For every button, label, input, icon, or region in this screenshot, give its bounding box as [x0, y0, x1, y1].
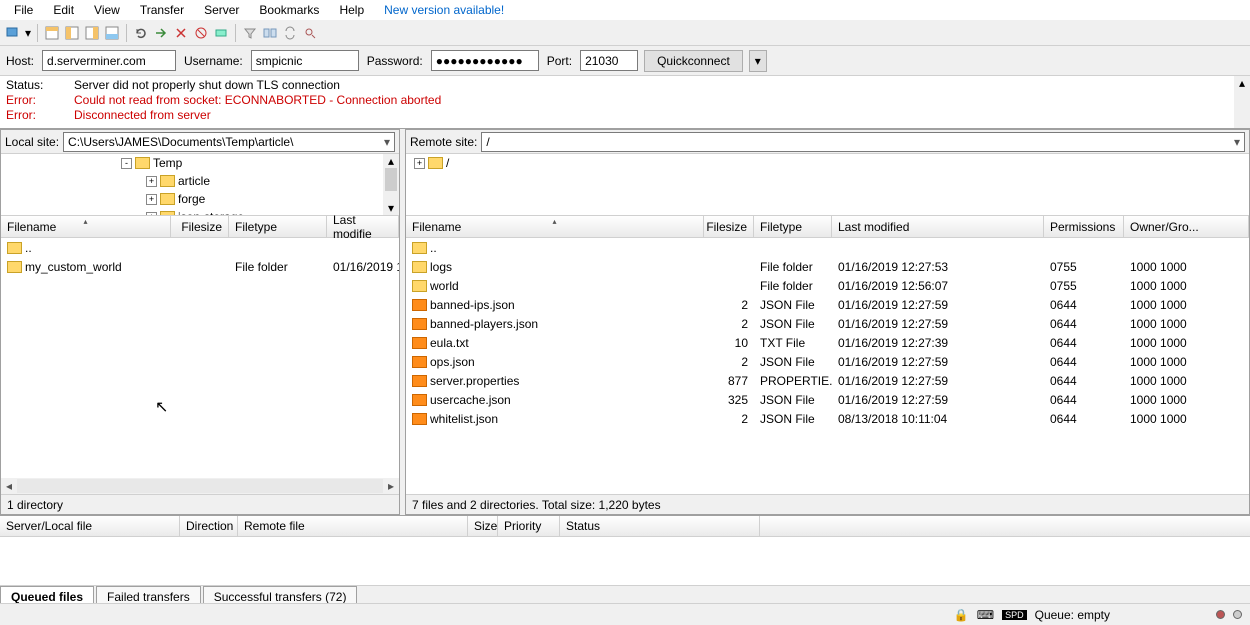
menu-help[interactable]: Help [329, 1, 374, 19]
remote-tree[interactable]: +/ [406, 154, 1249, 216]
status-bar: 🔒 ⌨ SPD Queue: empty [0, 603, 1250, 625]
tree-item[interactable]: -Temp [1, 154, 399, 172]
menu-transfer[interactable]: Transfer [130, 1, 194, 19]
toggle-queue-icon[interactable] [103, 24, 121, 42]
menu-view[interactable]: View [84, 1, 130, 19]
remote-site-label: Remote site: [410, 135, 477, 149]
toggle-log-icon[interactable] [43, 24, 61, 42]
password-label: Password: [365, 54, 425, 68]
local-tree[interactable]: ▴▾ -Temp+article+forge+json-storage [1, 154, 399, 216]
middle-area: Local site: C:\Users\JAMES\Documents\Tem… [0, 129, 1250, 515]
toggle-tree-local-icon[interactable] [63, 24, 81, 42]
local-hscroll[interactable]: ◂▸ [1, 478, 399, 494]
password-input[interactable] [431, 50, 539, 71]
local-tree-scrollbar[interactable]: ▴▾ [383, 154, 399, 215]
sync-icon[interactable] [281, 24, 299, 42]
list-item[interactable]: eula.txt10TXT File01/16/2019 12:27:39064… [406, 333, 1249, 352]
activity-indicator-2 [1233, 610, 1242, 619]
list-item[interactable]: whitelist.json2JSON File08/13/2018 10:11… [406, 409, 1249, 428]
username-label: Username: [182, 54, 245, 68]
queue-status-text: Queue: empty [1035, 608, 1110, 622]
queue-header[interactable]: Server/Local fileDirectionRemote fileSiz… [0, 515, 1250, 537]
activity-indicator-1 [1216, 610, 1225, 619]
host-input[interactable] [42, 50, 176, 71]
menu-new-version[interactable]: New version available! [374, 1, 514, 19]
quickconnect-dropdown[interactable]: ▾ [749, 50, 767, 72]
tree-item[interactable]: +article [1, 172, 399, 190]
port-label: Port: [545, 54, 574, 68]
refresh-icon[interactable] [132, 24, 150, 42]
menu-edit[interactable]: Edit [43, 1, 84, 19]
speed-limit-icon[interactable]: SPD [1002, 610, 1027, 620]
toggle-tree-remote-icon[interactable] [83, 24, 101, 42]
list-item[interactable]: banned-ips.json2JSON File01/16/2019 12:2… [406, 295, 1249, 314]
list-item[interactable]: banned-players.json2JSON File01/16/2019 … [406, 314, 1249, 333]
list-item[interactable]: ops.json2JSON File01/16/2019 12:27:59064… [406, 352, 1249, 371]
process-queue-icon[interactable] [152, 24, 170, 42]
remote-file-list[interactable]: ..logsFile folder01/16/2019 12:27:530755… [406, 238, 1249, 494]
list-item[interactable]: usercache.json325JSON File01/16/2019 12:… [406, 390, 1249, 409]
list-item[interactable]: .. [406, 238, 1249, 257]
sitemanager-dropdown[interactable]: ▾ [24, 26, 32, 40]
quickconnect-button[interactable]: Quickconnect [644, 50, 743, 72]
local-list-header[interactable]: Filename▴FilesizeFiletypeLast modifie [1, 216, 399, 238]
local-file-list[interactable]: ..my_custom_worldFile folder01/16/2019 1 [1, 238, 399, 478]
keyboard-icon[interactable]: ⌨ [977, 608, 994, 622]
compare-icon[interactable] [261, 24, 279, 42]
menu-bookmarks[interactable]: Bookmarks [249, 1, 329, 19]
list-item[interactable]: .. [1, 238, 399, 257]
search-icon[interactable] [301, 24, 319, 42]
menu-bar: File Edit View Transfer Server Bookmarks… [0, 0, 1250, 20]
tree-item[interactable]: +forge [1, 190, 399, 208]
list-item[interactable]: worldFile folder01/16/2019 12:56:0707551… [406, 276, 1249, 295]
menu-server[interactable]: Server [194, 1, 249, 19]
reconnect-icon[interactable] [212, 24, 230, 42]
list-item[interactable]: my_custom_worldFile folder01/16/2019 1 [1, 257, 399, 276]
username-input[interactable] [251, 50, 359, 71]
remote-list-header[interactable]: Filename▴FilesizeFiletypeLast modifiedPe… [406, 216, 1249, 238]
menu-file[interactable]: File [4, 1, 43, 19]
quickconnect-bar: Host: Username: Password: Port: Quickcon… [0, 46, 1250, 76]
local-site-label: Local site: [5, 135, 59, 149]
list-item[interactable]: logsFile folder01/16/2019 12:27:53075510… [406, 257, 1249, 276]
local-path-combo[interactable]: C:\Users\JAMES\Documents\Temp\article\ [63, 132, 395, 152]
filter-icon[interactable] [241, 24, 259, 42]
lock-icon[interactable]: 🔒 [954, 608, 969, 622]
toolbar: ▾ [0, 20, 1250, 46]
list-item[interactable]: server.properties877PROPERTIE...01/16/20… [406, 371, 1249, 390]
port-input[interactable] [580, 50, 638, 71]
cancel-icon[interactable] [172, 24, 190, 42]
queue-body[interactable] [0, 537, 1250, 585]
disconnect-icon[interactable] [192, 24, 210, 42]
remote-status: 7 files and 2 directories. Total size: 1… [406, 494, 1249, 514]
log-panel: ▴ Status:Server did not properly shut do… [0, 76, 1250, 129]
log-scrollbar[interactable]: ▴ [1234, 76, 1250, 128]
tree-item[interactable]: +/ [406, 154, 1249, 172]
local-status: 1 directory [1, 494, 399, 514]
host-label: Host: [4, 54, 36, 68]
remote-path-combo[interactable]: / [481, 132, 1245, 152]
local-pane: Local site: C:\Users\JAMES\Documents\Tem… [0, 129, 400, 515]
sitemanager-icon[interactable] [4, 24, 22, 42]
remote-pane: Remote site: / +/ Filename▴FilesizeFilet… [405, 129, 1250, 515]
